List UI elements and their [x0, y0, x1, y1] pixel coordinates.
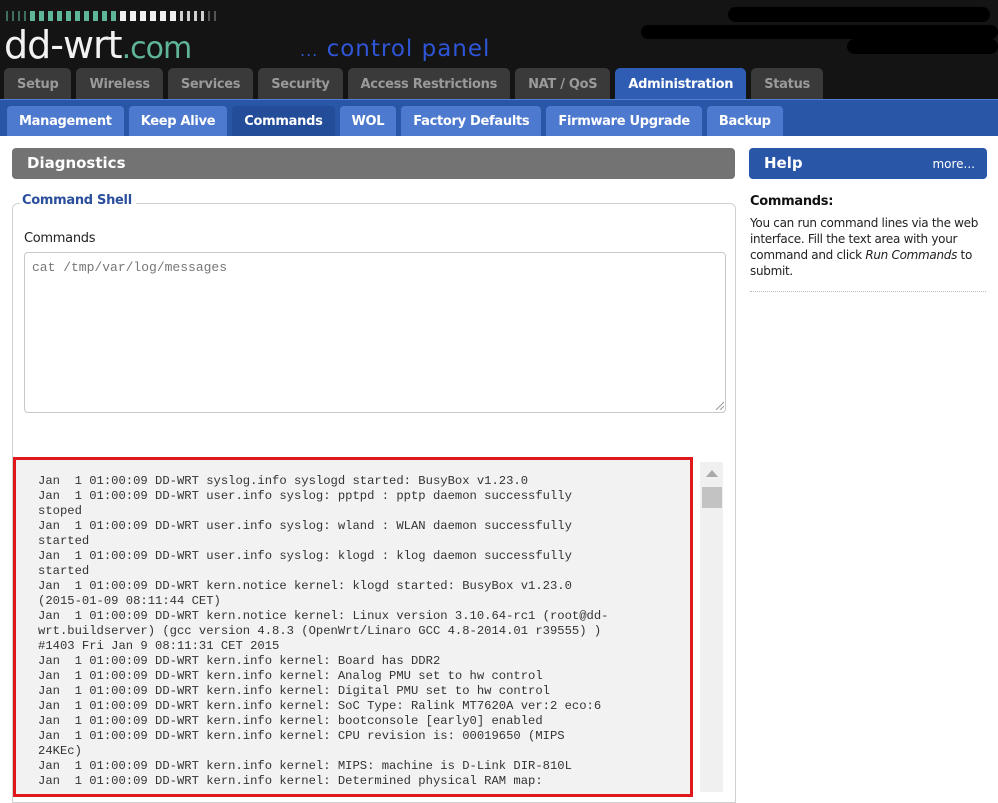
redacted-info-2	[641, 25, 998, 39]
signal-bars-logo	[6, 11, 216, 21]
subtab-firmware-upgrade[interactable]: Firmware Upgrade	[546, 106, 702, 136]
output-line: stoped	[38, 504, 82, 518]
sub-nav-tabs: Management Keep Alive Commands WOL Facto…	[7, 106, 783, 136]
help-divider	[750, 291, 986, 292]
subtab-commands[interactable]: Commands	[232, 106, 335, 136]
signal-bar	[75, 11, 80, 21]
command-output-text: Jan 1 01:00:09 DD-WRT syslog.info syslog…	[38, 474, 698, 789]
output-line: Jan 1 01:00:09 DD-WRT kern.info kernel: …	[38, 669, 543, 683]
signal-bar	[30, 11, 35, 21]
output-line: 24KEc)	[38, 744, 82, 758]
output-line: Jan 1 01:00:09 DD-WRT kern.info kernel: …	[38, 684, 550, 698]
help-title: Help	[764, 154, 803, 172]
tab-security[interactable]: Security	[258, 68, 343, 99]
signal-bar	[160, 11, 166, 21]
scrollbar-thumb[interactable]	[702, 487, 722, 508]
signal-bar	[214, 11, 216, 21]
help-more-link[interactable]: more...	[932, 148, 975, 181]
output-line: Jan 1 01:00:09 DD-WRT kern.info kernel: …	[38, 759, 572, 773]
tab-services[interactable]: Services	[167, 68, 254, 99]
tab-setup[interactable]: Setup	[4, 68, 72, 99]
output-line: Jan 1 01:00:09 DD-WRT kern.notice kernel…	[38, 579, 572, 593]
signal-bar	[6, 11, 8, 21]
signal-bar	[93, 11, 98, 21]
signal-bar	[84, 11, 89, 21]
ddwrt-logo: dd-wrt.com	[4, 23, 193, 67]
output-line: started	[38, 564, 90, 578]
signal-bar	[140, 11, 146, 21]
signal-bar	[102, 11, 107, 21]
output-line: Jan 1 01:00:09 DD-WRT kern.info kernel: …	[38, 654, 441, 668]
output-line: wrt.buildserver) (gcc version 4.8.3 (Ope…	[38, 624, 602, 638]
tab-administration[interactable]: Administration	[615, 68, 747, 99]
logo-main: dd-wrt	[4, 23, 123, 67]
subtab-keep-alive[interactable]: Keep Alive	[128, 106, 228, 136]
subtab-wol[interactable]: WOL	[339, 106, 397, 136]
commands-textarea[interactable]	[24, 252, 726, 413]
output-line: #1403 Fri Jan 9 08:11:31 CET 2015	[38, 639, 280, 653]
section-title: Diagnostics	[12, 148, 735, 179]
tab-wireless[interactable]: Wireless	[76, 68, 163, 99]
help-heading: Commands:	[750, 194, 834, 209]
output-scrollbar[interactable]	[700, 462, 723, 792]
help-text: You can run command lines via the web in…	[750, 215, 986, 279]
tab-access-restrictions[interactable]: Access Restrictions	[347, 68, 511, 99]
signal-bar	[201, 11, 204, 21]
signal-bar	[120, 11, 126, 21]
output-line: Jan 1 01:00:09 DD-WRT kern.info kernel: …	[38, 729, 565, 743]
redacted-info-3	[847, 39, 998, 54]
output-line: Jan 1 01:00:09 DD-WRT kern.info kernel: …	[38, 714, 543, 728]
redacted-info-1	[728, 7, 990, 22]
output-line: Jan 1 01:00:09 DD-WRT user.info syslog: …	[38, 519, 572, 533]
subtab-management[interactable]: Management	[7, 106, 124, 136]
signal-bar	[208, 11, 210, 21]
control-panel-tagline: ... control panel	[300, 38, 490, 61]
signal-bar	[150, 11, 156, 21]
subtab-factory-defaults[interactable]: Factory Defaults	[401, 106, 542, 136]
signal-bar	[66, 11, 71, 21]
subtab-backup[interactable]: Backup	[706, 106, 783, 136]
scroll-up-arrow-icon[interactable]	[706, 470, 718, 477]
output-line: started	[38, 534, 90, 548]
signal-bar	[180, 11, 183, 21]
logo-suffix: .com	[121, 31, 193, 66]
main-nav-tabs: Setup Wireless Services Security Access …	[4, 68, 823, 99]
tagline-text: control panel	[326, 36, 491, 62]
signal-bar	[130, 11, 136, 21]
fieldset-legend: Command Shell	[20, 193, 136, 208]
output-line: Jan 1 01:00:09 DD-WRT kern.notice kernel…	[38, 609, 609, 623]
signal-bar	[111, 11, 116, 21]
tagline-dots: ...	[300, 41, 319, 60]
signal-bar	[18, 11, 20, 21]
resize-grip-icon[interactable]	[714, 400, 724, 410]
signal-bar	[194, 11, 197, 21]
signal-bar	[39, 11, 44, 21]
output-line: (2015-01-09 08:11:44 CET)	[38, 594, 221, 608]
signal-bar	[187, 11, 190, 21]
help-text-italic: Run Commands	[865, 248, 958, 262]
signal-bar	[170, 11, 176, 21]
signal-bar	[57, 11, 62, 21]
signal-bar	[24, 11, 26, 21]
signal-bar	[12, 11, 14, 21]
commands-label: Commands	[24, 231, 96, 246]
help-header: Help more...	[749, 148, 987, 179]
tab-status[interactable]: Status	[751, 68, 823, 99]
output-line: Jan 1 01:00:09 DD-WRT user.info syslog: …	[38, 489, 572, 503]
output-line: Jan 1 01:00:09 DD-WRT user.info syslog: …	[38, 549, 572, 563]
output-line: Jan 1 01:00:09 DD-WRT kern.info kernel: …	[38, 699, 602, 713]
tab-nat-qos[interactable]: NAT / QoS	[515, 68, 611, 99]
signal-bar	[48, 11, 53, 21]
output-line: Jan 1 01:00:09 DD-WRT syslog.info syslog…	[38, 474, 529, 488]
